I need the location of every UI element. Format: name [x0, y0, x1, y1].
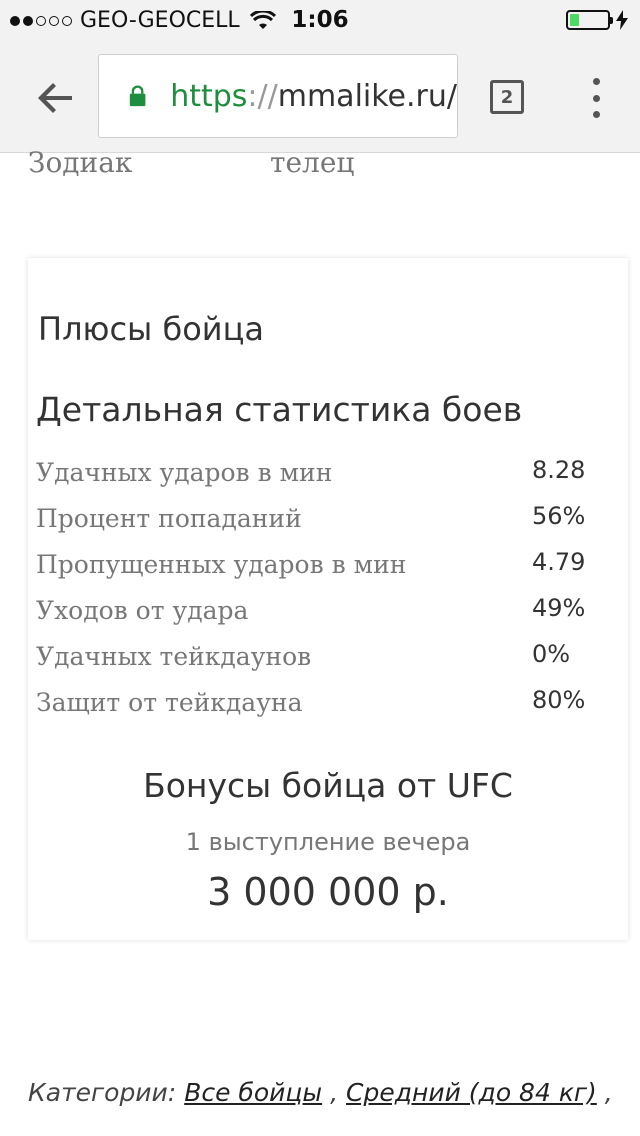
url-text: https://mmalike.ru/: [170, 79, 457, 114]
stat-row: Удачных ударов в мин 8.28: [36, 454, 596, 500]
category-link-all-fighters[interactable]: Все бойцы: [184, 1078, 322, 1107]
stat-row: Удачных тейкдаунов 0%: [36, 638, 596, 684]
stats-heading: Детальная статистика боев: [36, 390, 523, 429]
stat-label: Удачных ударов в мин: [36, 458, 333, 487]
tab-switcher-button[interactable]: 2: [490, 80, 524, 114]
pluses-heading: Плюсы бойца: [38, 310, 264, 348]
stat-value: 49%: [532, 594, 586, 622]
fighter-stats-card: Плюсы бойца Детальная статистика боев Уд…: [28, 258, 628, 940]
stat-label: Процент попаданий: [36, 504, 302, 533]
battery-fill: [570, 14, 579, 26]
stat-value: 0%: [532, 640, 571, 668]
url-separator: ://: [247, 78, 278, 114]
url-host: mmalike.ru/: [277, 78, 457, 114]
stat-row: Процент попаданий 56%: [36, 500, 596, 546]
stat-value: 80%: [532, 686, 586, 714]
stat-value: 56%: [532, 502, 586, 530]
stat-label: Защит от тейкдауна: [36, 688, 303, 717]
bonus-subtitle: 1 выступление вечера: [185, 828, 471, 856]
more-vert-icon[interactable]: [586, 78, 606, 118]
categories-label: Категории:: [28, 1078, 177, 1107]
address-bar[interactable]: https://mmalike.ru/: [98, 54, 458, 138]
bonus-heading: Бонусы бойца от UFC: [143, 766, 513, 805]
bonus-amount: 3 000 000 р.: [207, 870, 449, 914]
category-link-middleweight[interactable]: Средний (до 84 кг): [346, 1078, 597, 1107]
tab-count: 2: [500, 86, 514, 108]
status-bar: GEO-GEOCELL 1:06: [0, 0, 640, 40]
lock-icon: [129, 85, 146, 107]
browser-toolbar: https://mmalike.ru/ 2: [0, 40, 640, 153]
stats-list: Удачных ударов в мин 8.28 Процент попада…: [36, 454, 596, 730]
stat-label: Уходов от удара: [36, 596, 249, 625]
stat-row: Защит от тейкдауна 80%: [36, 684, 596, 730]
arrow-back-icon[interactable]: [32, 74, 80, 122]
zodiac-value: телец: [270, 146, 355, 179]
stat-label: Удачных тейкдаунов: [36, 642, 312, 671]
stat-row: Пропущенных ударов в мин 4.79: [36, 546, 596, 592]
zodiac-label: Зодиак: [28, 146, 133, 179]
charging-bolt-icon: [616, 10, 628, 30]
battery-icon: [566, 10, 613, 30]
categories-line: Категории: Все бойцы , Средний (до 84 кг…: [28, 1078, 613, 1107]
url-scheme: https: [170, 78, 248, 114]
stat-value: 8.28: [532, 456, 586, 484]
stat-label: Пропущенных ударов в мин: [36, 550, 407, 579]
stat-row: Уходов от удара 49%: [36, 592, 596, 638]
clock: 1:06: [291, 7, 349, 33]
battery-status: [566, 10, 628, 30]
category-separator: ,: [604, 1078, 613, 1107]
category-separator: ,: [330, 1078, 339, 1107]
zodiac-row: Зодиак телец: [28, 146, 628, 190]
stat-value: 4.79: [532, 548, 586, 576]
